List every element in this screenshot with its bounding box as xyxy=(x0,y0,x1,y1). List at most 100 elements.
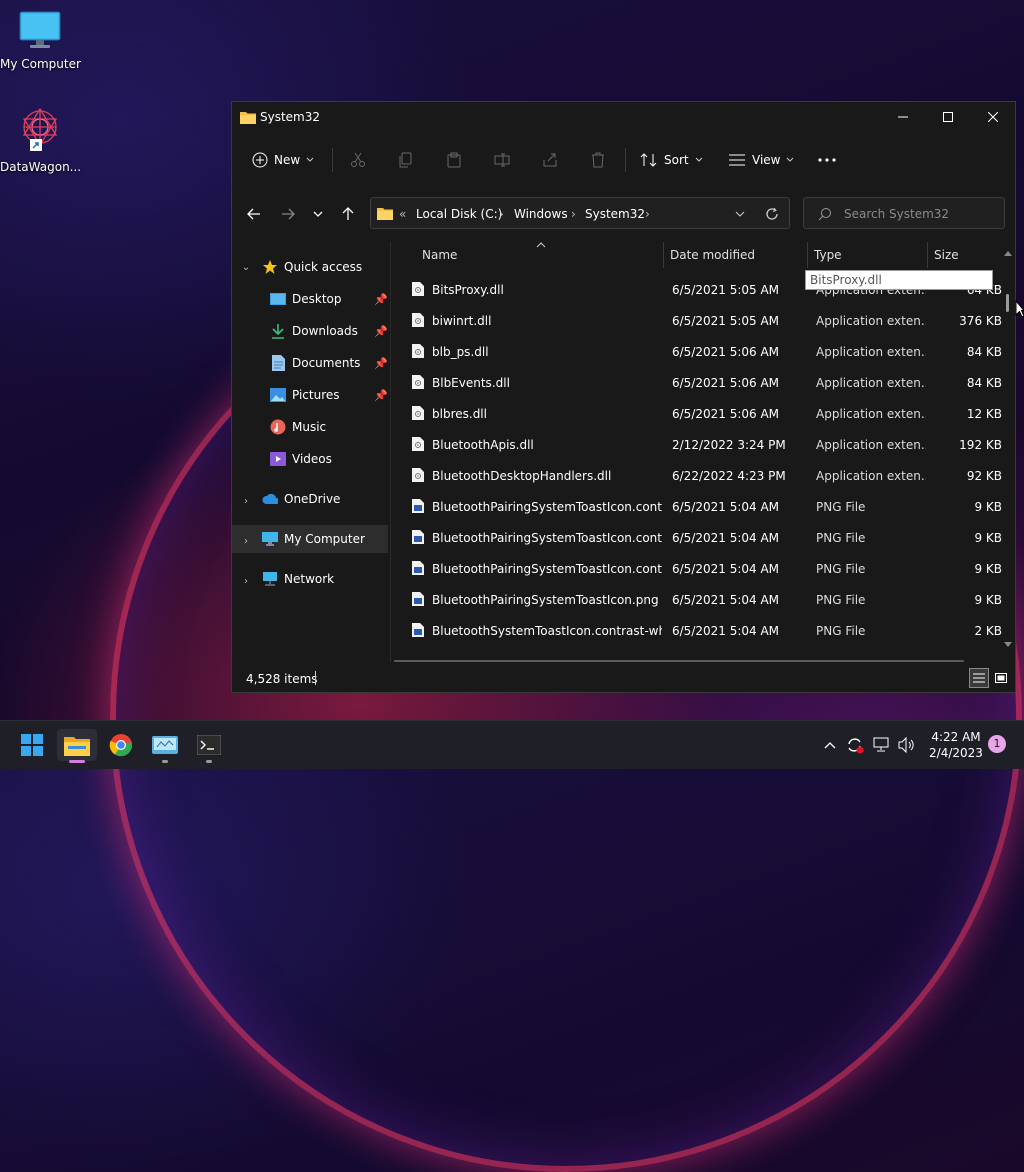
png-file-icon xyxy=(412,623,424,637)
scroll-down-icon[interactable] xyxy=(1004,642,1012,648)
details-view-button[interactable] xyxy=(969,668,989,688)
new-button[interactable]: New xyxy=(252,138,314,182)
sync-error-icon xyxy=(848,738,864,754)
scroll-up-icon[interactable] xyxy=(1004,250,1012,256)
nav-my-computer[interactable]: My Computer xyxy=(232,525,388,553)
breadcrumb-system32[interactable]: System32 xyxy=(585,207,645,221)
file-row[interactable]: BluetoothPairingSystemToastIcon.contra..… xyxy=(392,491,1002,522)
desktop-icon-label: My Computer xyxy=(0,57,81,71)
copy-button[interactable] xyxy=(398,138,414,182)
column-header-name[interactable]: Name xyxy=(422,240,457,270)
column-header-size[interactable]: Size xyxy=(934,240,959,270)
nav-pictures[interactable]: Pictures 📌 xyxy=(232,381,388,409)
file-row[interactable]: blbres.dll 6/5/2021 5:06 AM Application ex… xyxy=(392,398,1002,429)
breadcrumb-chevron-icon: › xyxy=(645,207,650,221)
delete-button[interactable] xyxy=(590,138,606,182)
pin-icon[interactable]: 📌 xyxy=(374,293,388,306)
tray-volume[interactable] xyxy=(896,721,918,769)
view-button[interactable]: View xyxy=(728,138,794,182)
file-row[interactable]: BluetoothDesktopHandlers.dll 6/22/2022 4:… xyxy=(392,460,1002,491)
command-bar: New Sort View xyxy=(232,138,1015,182)
up-button[interactable] xyxy=(334,197,362,231)
file-type: PNG File xyxy=(816,500,866,514)
pin-icon[interactable]: 📌 xyxy=(374,325,388,338)
forward-button[interactable] xyxy=(274,197,302,231)
column-divider[interactable] xyxy=(927,242,928,268)
address-bar[interactable]: « Local Disk (C:) › Windows › System32 › xyxy=(370,197,790,229)
file-row[interactable]: BluetoothPairingSystemToastIcon.png 6/5/2… xyxy=(392,584,1002,615)
nav-network-label: Network xyxy=(284,572,335,586)
pin-icon[interactable]: 📌 xyxy=(374,357,388,370)
taskbar: 4:22 AM 2/4/2023 xyxy=(0,720,1024,769)
nav-music[interactable]: Music xyxy=(232,413,388,441)
search-box[interactable]: Search System32 xyxy=(803,197,1005,229)
file-row[interactable]: BluetoothPairingSystemToastIcon.contra..… xyxy=(392,553,1002,584)
start-button[interactable] xyxy=(12,729,52,761)
nav-quick-access[interactable]: Quick access xyxy=(232,253,388,281)
expand-chevron-icon[interactable]: › xyxy=(240,535,252,547)
nav-documents[interactable]: Documents 📌 xyxy=(232,349,388,377)
tray-sync-status[interactable] xyxy=(844,721,866,769)
desktop-icon-datawagon[interactable]: DataWagon... xyxy=(0,105,81,174)
close-button[interactable] xyxy=(970,102,1016,132)
taskbar-chrome[interactable] xyxy=(101,729,141,761)
column-divider[interactable] xyxy=(807,242,808,268)
chevron-down-icon[interactable] xyxy=(735,211,745,217)
file-date-modified: 6/5/2021 5:04 AM xyxy=(672,562,780,576)
clock[interactable]: 4:22 AM 2/4/2023 xyxy=(924,729,988,761)
pane-splitter[interactable] xyxy=(390,242,391,662)
pin-icon[interactable]: 📌 xyxy=(374,389,388,402)
show-hidden-icons-button[interactable] xyxy=(820,721,840,769)
breadcrumb-chevron-icon: › xyxy=(499,207,504,221)
nav-network[interactable]: Network xyxy=(232,565,388,593)
back-button[interactable] xyxy=(240,197,268,231)
title-bar[interactable]: System32 xyxy=(232,102,1015,132)
file-name: biwinrt.dll xyxy=(432,314,492,328)
tray-network[interactable] xyxy=(872,721,892,769)
file-type: PNG File xyxy=(816,562,866,576)
breadcrumb-windows[interactable]: Windows xyxy=(514,207,568,221)
minimize-button[interactable] xyxy=(880,102,926,132)
breadcrumb-overflow[interactable]: « xyxy=(399,207,406,221)
rename-button[interactable] xyxy=(494,138,510,182)
horizontal-scrollbar[interactable] xyxy=(394,660,964,662)
nav-onedrive[interactable]: OneDrive xyxy=(232,485,388,513)
file-row[interactable]: blb_ps.dll 6/5/2021 5:06 AM Application ex… xyxy=(392,336,1002,367)
maximize-button[interactable] xyxy=(925,102,971,132)
nav-desktop[interactable]: Desktop 📌 xyxy=(232,285,388,313)
column-header-date[interactable]: Date modified xyxy=(670,240,755,270)
datawagon-app-icon xyxy=(22,107,58,151)
png-file-icon xyxy=(412,530,424,544)
file-row[interactable]: BluetoothSystemToastIcon.contrast-whit..… xyxy=(392,615,1002,646)
sort-button[interactable]: Sort xyxy=(640,138,703,182)
taskbar-control-panel[interactable] xyxy=(145,729,185,763)
chevron-down-icon xyxy=(787,157,794,162)
active-indicator xyxy=(69,760,85,763)
paste-button[interactable] xyxy=(446,138,462,182)
taskbar-terminal[interactable] xyxy=(189,729,229,763)
nav-downloads[interactable]: Downloads 📌 xyxy=(232,317,388,345)
scrollbar-thumb[interactable] xyxy=(1006,294,1009,312)
status-divider xyxy=(315,671,316,685)
cut-button[interactable] xyxy=(350,138,366,182)
breadcrumb-local-disk[interactable]: Local Disk (C:) xyxy=(416,207,502,221)
monitor-icon xyxy=(262,531,278,547)
file-row[interactable]: BlbEvents.dll 6/5/2021 5:06 AM Application… xyxy=(392,367,1002,398)
recent-locations-button[interactable] xyxy=(304,197,332,231)
nav-videos[interactable]: Videos xyxy=(232,445,388,473)
taskbar-file-explorer[interactable] xyxy=(57,729,97,763)
share-button[interactable] xyxy=(542,138,558,182)
refresh-icon[interactable] xyxy=(765,207,779,221)
file-row[interactable]: biwinrt.dll 6/5/2021 5:05 AM Application e… xyxy=(392,305,1002,336)
file-row[interactable]: BluetoothPairingSystemToastIcon.contra..… xyxy=(392,522,1002,553)
thumbnail-view-button[interactable] xyxy=(991,668,1011,688)
column-divider[interactable] xyxy=(663,242,664,268)
vertical-scrollbar[interactable] xyxy=(1003,250,1013,650)
notification-badge[interactable]: 1 xyxy=(988,735,1006,753)
pictures-icon xyxy=(270,387,286,403)
desktop-icon-my-computer[interactable]: My Computer xyxy=(0,10,81,71)
column-header-type[interactable]: Type xyxy=(814,240,842,270)
network-icon xyxy=(262,571,278,587)
more-options-button[interactable] xyxy=(818,138,836,182)
file-row[interactable]: BluetoothApis.dll 2/12/2022 3:24 PM Applic… xyxy=(392,429,1002,460)
